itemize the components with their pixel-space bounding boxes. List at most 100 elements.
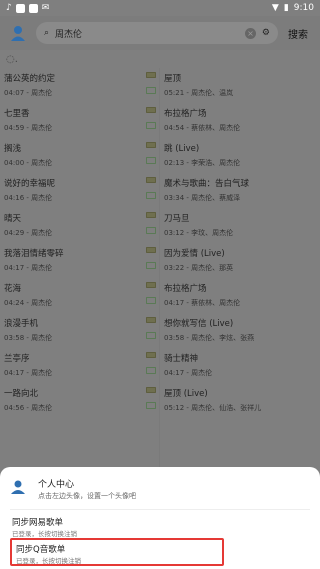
song-subtitle: 04:56 - 周杰伦 xyxy=(4,404,53,412)
results-column-left: 蒲公英的约定 04:07 - 周杰伦 七里香 04:59 - 周杰伦 搁浅 04:00 -… xyxy=(0,68,158,418)
song-subtitle: 04:17 - 周杰伦 xyxy=(164,369,213,377)
song-row[interactable]: 刀马旦 03:12 - 李玟、周杰伦 xyxy=(146,208,318,243)
song-row[interactable]: 搁浅 04:00 - 周杰伦 xyxy=(0,138,158,173)
song-subtitle: 05:12 - 周杰伦、仙浩、张祥儿 xyxy=(164,404,262,412)
song-subtitle: 03:22 - 周杰伦、那英 xyxy=(164,264,234,272)
song-row[interactable]: 花海 04:24 - 周杰伦 xyxy=(0,278,158,313)
netease-title: 同步网易歌单 xyxy=(12,518,64,528)
profile-subtitle: 点击左边头像，设置一个头像吧 xyxy=(38,492,136,500)
song-subtitle: 04:59 - 周杰伦 xyxy=(4,124,53,132)
song-subtitle: 04:54 - 蔡依林、周杰伦 xyxy=(164,124,241,132)
song-row[interactable]: 魔术与歌曲：告白气球 03:34 - 周杰伦、蔡威泽 xyxy=(146,173,318,208)
song-subtitle: 05:21 - 周杰伦、温岚 xyxy=(164,89,234,97)
song-title: 魔术与歌曲：告白气球 xyxy=(164,179,250,189)
song-title: 想你就写信 (Live) xyxy=(164,319,234,329)
song-title: 花海 xyxy=(4,284,22,294)
song-row[interactable]: 布拉格广场 04:54 - 蔡依林、周杰伦 xyxy=(146,103,318,138)
quality-badge-icon xyxy=(146,387,156,393)
quality-badge-icon xyxy=(146,352,156,358)
user-avatar-button[interactable] xyxy=(8,23,28,43)
song-title: 浪漫手机 xyxy=(4,319,39,329)
song-title: 说好的幸福呢 xyxy=(4,179,56,189)
sync-netease-playlist-item[interactable]: 同步网易歌单 已登录，长按切换注销 xyxy=(10,512,224,540)
music-note-icon: ♪ xyxy=(6,3,12,13)
source-badge-icon xyxy=(146,87,156,94)
profile-title: 个人中心 xyxy=(38,480,75,490)
song-title: 布拉格广场 xyxy=(164,109,207,119)
song-subtitle: 04:17 - 蔡依林、周杰伦 xyxy=(164,299,241,307)
song-subtitle: 03:34 - 周杰伦、蔡威泽 xyxy=(164,194,241,202)
song-row[interactable]: 我落泪情绪零碎 04:17 - 周杰伦 xyxy=(0,243,158,278)
song-title: 屋顶 (Live) xyxy=(164,389,208,399)
song-subtitle: 03:58 - 周杰伦 xyxy=(4,334,53,342)
song-subtitle: 02:13 - 李荣浩、周杰伦 xyxy=(164,159,241,167)
song-subtitle: 04:07 - 周杰伦 xyxy=(4,89,53,97)
song-row[interactable]: 七里香 04:59 - 周杰伦 xyxy=(0,103,158,138)
song-row[interactable]: 想你就写信 (Live) 03:58 - 周杰伦、李炫、张燕 xyxy=(146,313,318,348)
source-badge-icon xyxy=(146,297,156,304)
settings-icon[interactable]: ⚙ xyxy=(262,28,270,38)
search-button[interactable]: 搜索 xyxy=(288,26,308,41)
song-title: 布拉格广场 xyxy=(164,284,207,294)
quality-badge-icon xyxy=(146,317,156,323)
song-title: 屋顶 xyxy=(164,74,182,84)
song-row[interactable]: 说好的幸福呢 04:16 - 周杰伦 xyxy=(0,173,158,208)
clear-icon[interactable]: × xyxy=(244,27,256,39)
quality-badge-icon xyxy=(146,107,156,113)
status-bar: ♪ ✉ ▼ ▮ 9:10 xyxy=(0,0,320,16)
song-row[interactable]: 屋顶 05:21 - 周杰伦、温岚 xyxy=(146,68,318,103)
app-notification-icon: ✉ xyxy=(41,3,50,13)
search-input[interactable]: ⌕ 周杰伦 × ⚙ xyxy=(36,22,278,44)
song-row[interactable]: 布拉格广场 04:17 - 蔡依林、周杰伦 xyxy=(146,278,318,313)
profile-center-item[interactable]: 个人中心 点击左边头像，设置一个头像吧 xyxy=(10,477,310,503)
song-title: 骑士精神 xyxy=(164,354,199,364)
song-subtitle: 04:17 - 周杰伦 xyxy=(4,369,53,377)
user-icon xyxy=(11,480,25,494)
song-subtitle: 03:58 - 周杰伦、李炫、张燕 xyxy=(164,334,255,342)
qq-title: 同步Q音歌单 xyxy=(16,545,66,555)
status-time: 9:10 xyxy=(293,3,314,13)
notification-icon xyxy=(15,3,25,13)
song-title: 蒲公英的约定 xyxy=(4,74,56,84)
song-subtitle: 04:00 - 周杰伦 xyxy=(4,159,53,167)
source-badge-icon xyxy=(146,192,156,199)
qq-subtitle: 已登录，长按切换注销 xyxy=(16,557,81,565)
quality-badge-icon xyxy=(146,282,156,288)
source-badge-icon xyxy=(146,402,156,409)
quality-badge-icon xyxy=(146,142,156,148)
loading-indicator: ◌. xyxy=(6,54,18,65)
song-title: 七里香 xyxy=(4,109,30,119)
notification-icon xyxy=(28,3,38,13)
song-title: 兰亭序 xyxy=(4,354,30,364)
song-subtitle: 04:17 - 周杰伦 xyxy=(4,264,53,272)
bottom-sheet: 个人中心 点击左边头像，设置一个头像吧 同步网易歌单 已登录，长按切换注销 同步… xyxy=(0,467,320,569)
song-title: 搁浅 xyxy=(4,144,22,154)
song-row[interactable]: 跳 (Live) 02:13 - 李荣浩、周杰伦 xyxy=(146,138,318,173)
wifi-icon: ▼ xyxy=(271,3,279,13)
quality-badge-icon xyxy=(146,177,156,183)
song-row[interactable]: 屋顶 (Live) 05:12 - 周杰伦、仙浩、张祥儿 xyxy=(146,383,318,418)
song-title: 一路向北 xyxy=(4,389,39,399)
user-icon xyxy=(11,26,25,41)
quality-badge-icon xyxy=(146,247,156,253)
source-badge-icon xyxy=(146,157,156,164)
song-subtitle: 04:29 - 周杰伦 xyxy=(4,229,53,237)
song-row[interactable]: 兰亭序 04:17 - 周杰伦 xyxy=(0,348,158,383)
search-query: 周杰伦 xyxy=(55,29,83,40)
sync-qq-playlist-item[interactable]: 同步Q音歌单 已登录，长按切换注销 xyxy=(10,538,224,566)
song-title: 我落泪情绪零碎 xyxy=(4,249,64,259)
song-row[interactable]: 因为爱情 (Live) 03:22 - 周杰伦、那英 xyxy=(146,243,318,278)
song-row[interactable]: 一路向北 04:56 - 周杰伦 xyxy=(0,383,158,418)
song-row[interactable]: 浪漫手机 03:58 - 周杰伦 xyxy=(0,313,158,348)
results-column-right: 屋顶 05:21 - 周杰伦、温岚 布拉格广场 04:54 - 蔡依林、周杰伦跳 (L… xyxy=(146,68,318,418)
song-row[interactable]: 晴天 04:29 - 周杰伦 xyxy=(0,208,158,243)
song-subtitle: 04:24 - 周杰伦 xyxy=(4,299,53,307)
song-title: 刀马旦 xyxy=(164,214,190,224)
song-title: 跳 (Live) xyxy=(164,144,200,154)
song-row[interactable]: 蒲公英的约定 04:07 - 周杰伦 xyxy=(0,68,158,103)
battery-icon: ▮ xyxy=(283,3,289,13)
song-subtitle: 04:16 - 周杰伦 xyxy=(4,194,53,202)
search-icon: ⌕ xyxy=(44,28,50,38)
quality-badge-icon xyxy=(146,212,156,218)
song-row[interactable]: 骑士精神 04:17 - 周杰伦 xyxy=(146,348,318,383)
